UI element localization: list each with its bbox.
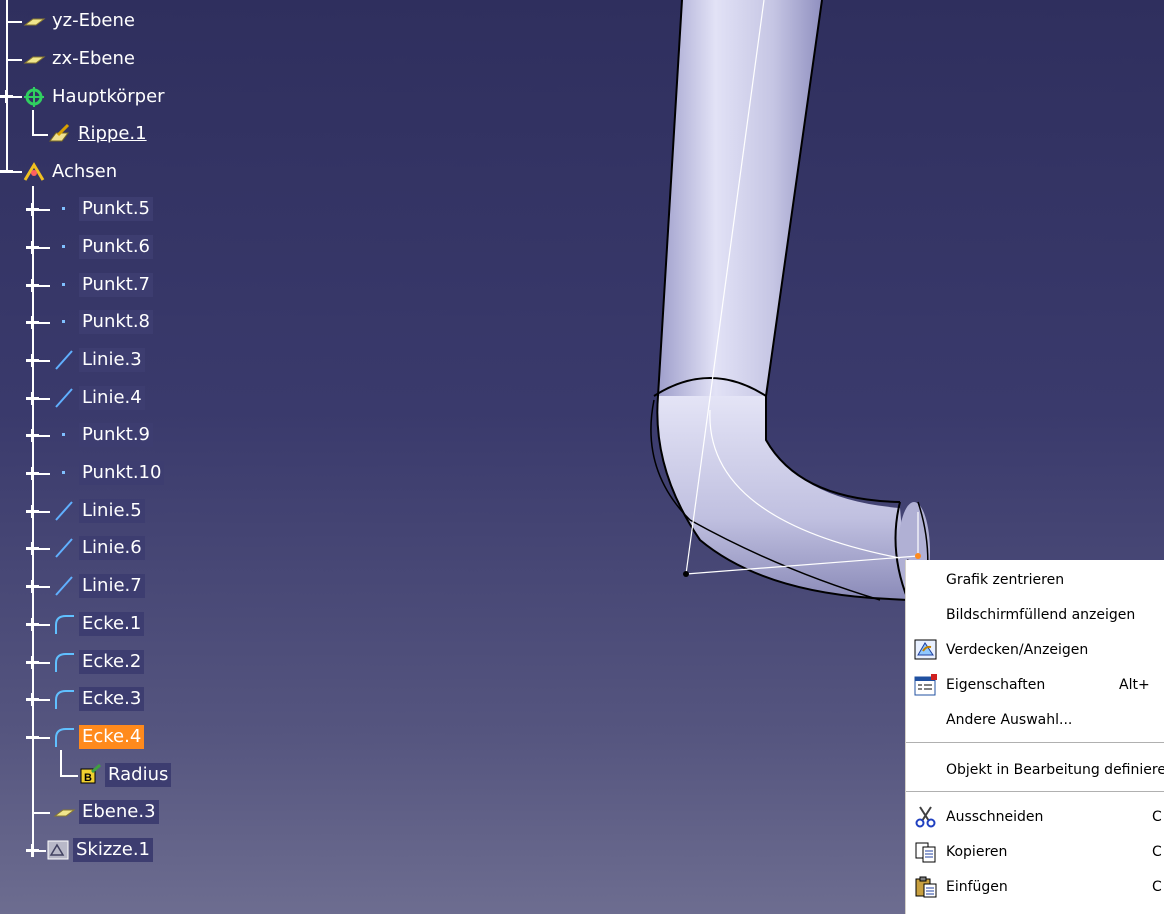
pipe-body[interactable] <box>650 0 930 602</box>
tree-item-corner[interactable]: Ecke.3 <box>52 687 145 711</box>
corner-icon <box>52 613 76 635</box>
tree-connector <box>60 775 78 777</box>
tree-connector <box>6 21 22 23</box>
point-icon <box>52 274 76 296</box>
tree-item-yz-plane[interactable]: yz-Ebene <box>22 9 138 33</box>
geometrical-set-icon <box>22 161 46 183</box>
tree-connector <box>38 850 46 852</box>
tree-item-corner[interactable]: Ecke.2 <box>52 650 145 674</box>
menu-item-define-in-work-object[interactable]: Objekt in Bearbeitung definiere <box>906 755 1164 785</box>
rib-icon <box>48 123 72 145</box>
line-icon <box>52 387 76 409</box>
menu-item-properties[interactable]: Eigenschaften Alt+ <box>906 670 1164 700</box>
svg-text:B: B <box>84 772 92 784</box>
tree-item-point[interactable]: Punkt.6 <box>52 235 154 259</box>
corner-icon <box>52 726 76 748</box>
tree-item-sketch[interactable]: Skizze.1 <box>46 838 153 862</box>
sweep-vertex-point <box>683 571 689 577</box>
tree-item-rib[interactable]: Rippe.1 <box>48 122 150 146</box>
point-icon <box>52 462 76 484</box>
body-icon <box>22 86 46 108</box>
properties-icon <box>914 674 938 696</box>
menu-item-cut[interactable]: Ausschneiden C <box>906 802 1164 832</box>
sweep-end-point <box>915 553 921 559</box>
copy-icon <box>914 841 938 863</box>
point-icon <box>52 236 76 258</box>
tree-connector <box>32 110 34 134</box>
tree-connector <box>38 473 50 475</box>
line-icon <box>52 500 76 522</box>
tree-item-radius[interactable]: B Radius <box>78 763 172 787</box>
plane-icon <box>52 801 76 823</box>
tree-connector <box>10 171 22 173</box>
sketch-icon <box>46 839 70 861</box>
tree-connector <box>38 247 50 249</box>
menu-item-hide-show[interactable]: Verdecken/Anzeigen <box>906 635 1164 665</box>
tree-item-axes-set[interactable]: Achsen <box>22 160 120 184</box>
scissors-icon <box>914 806 938 828</box>
tree-connector <box>38 662 50 664</box>
tree-item-line[interactable]: Linie.3 <box>52 348 145 372</box>
point-icon <box>52 424 76 446</box>
menu-item-paste[interactable]: Einfügen C <box>906 872 1164 902</box>
context-menu: Grafik zentrieren Bildschirmfüllend anze… <box>906 560 1164 914</box>
point-icon <box>52 311 76 333</box>
tree-item-point[interactable]: Punkt.7 <box>52 273 154 297</box>
specification-tree: yz-Ebene zx-Ebene Hauptkörper Rippe.1 Ac… <box>0 0 420 914</box>
tree-item-corner[interactable]: Ecke.1 <box>52 612 145 636</box>
tree-item-corner-selected[interactable]: Ecke.4 <box>52 725 145 749</box>
tree-connector <box>38 285 50 287</box>
line-icon <box>52 349 76 371</box>
plane-icon <box>22 10 46 32</box>
tree-connector <box>32 134 48 136</box>
hide-show-icon <box>914 639 938 661</box>
tree-connector <box>38 586 50 588</box>
parameter-icon: B <box>78 763 102 786</box>
tree-connector <box>6 59 22 61</box>
tree-connector <box>38 737 50 739</box>
tree-connector <box>38 360 50 362</box>
tree-item-line[interactable]: Linie.5 <box>52 499 145 523</box>
tree-item-plane[interactable]: Ebene.3 <box>52 800 159 824</box>
menu-item-reframe-on[interactable]: Bildschirmfüllend anzeigen <box>906 600 1164 630</box>
menu-item-other-selection[interactable]: Andere Auswahl... <box>906 705 1164 735</box>
tree-connector <box>38 511 50 513</box>
menu-item-center-graph[interactable]: Grafik zentrieren <box>906 565 1164 595</box>
menu-separator <box>906 742 1164 746</box>
menu-separator <box>906 791 1164 795</box>
line-icon <box>52 537 76 559</box>
tree-item-main-body[interactable]: Hauptkörper <box>22 85 168 109</box>
tree-connector <box>38 435 50 437</box>
tree-item-line[interactable]: Linie.4 <box>52 386 145 410</box>
tree-item-point[interactable]: Punkt.10 <box>52 461 165 485</box>
tree-connector <box>38 624 50 626</box>
menu-item-copy[interactable]: Kopieren C <box>906 837 1164 867</box>
point-icon <box>52 198 76 220</box>
tree-connector <box>38 548 50 550</box>
corner-icon <box>52 651 76 673</box>
tree-connector <box>38 699 50 701</box>
plane-icon <box>22 48 46 70</box>
tree-connector <box>38 398 50 400</box>
sweep-path-lines <box>685 0 919 575</box>
paste-icon <box>914 876 938 898</box>
tree-item-point[interactable]: Punkt.8 <box>52 310 154 334</box>
tree-connector <box>38 209 50 211</box>
tree-connector <box>32 812 50 814</box>
tree-item-line[interactable]: Linie.6 <box>52 536 145 560</box>
tree-item-line[interactable]: Linie.7 <box>52 574 145 598</box>
tree-connector <box>10 96 22 98</box>
tree-item-zx-plane[interactable]: zx-Ebene <box>22 47 138 71</box>
tree-connector <box>60 750 62 776</box>
tree-item-point[interactable]: Punkt.5 <box>52 197 154 221</box>
corner-icon <box>52 688 76 710</box>
tree-connector <box>6 0 8 172</box>
line-icon <box>52 575 76 597</box>
tree-item-point[interactable]: Punkt.9 <box>52 423 154 447</box>
tree-connector <box>38 322 50 324</box>
